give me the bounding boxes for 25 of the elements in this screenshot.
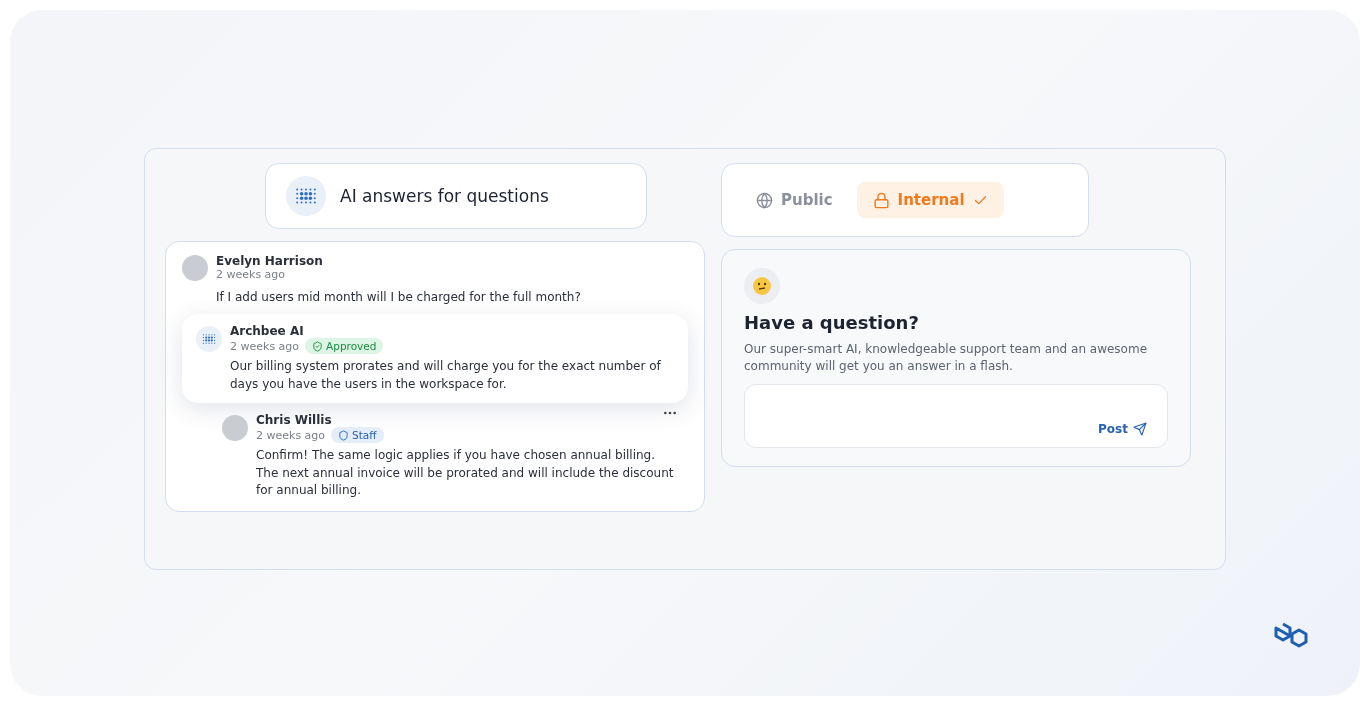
reply-text: Our billing system prorates and will charge you for the exact number of days you have the users in the workspace for. — [229, 358, 662, 393]
question-text: If I add users mid month will I be charged for the full month? — [215, 289, 582, 306]
staff-badge: Staff — [331, 427, 384, 444]
thinking-face-icon — [744, 268, 780, 304]
reply-text: Confirm! The same logic applies if you have chosen annual billing. The next annual invoice will be prorated and will include the discount for annual billing. — [255, 447, 674, 499]
visibility-option[interactable]: Public — [740, 182, 849, 218]
question-description: Our super-smart AI, knowledgeable support team and an awesome community will get you an answer in a flash. — [744, 341, 1149, 376]
send-icon — [1133, 421, 1147, 436]
approved-badge: Approved — [305, 338, 384, 355]
lock-icon — [872, 191, 890, 209]
post-time: 2 weeks ago — [256, 428, 326, 442]
author-name: Chris Willis — [256, 413, 333, 428]
card-title: AI answers for questions — [340, 186, 549, 206]
globe-icon — [756, 191, 773, 209]
question-title: Have a question? — [744, 312, 920, 333]
dot-grid-icon — [202, 332, 216, 347]
author-name: Archbee AI — [230, 324, 305, 339]
dot-grid-icon — [295, 185, 317, 207]
post-button[interactable]: Post — [1092, 420, 1153, 437]
author-name: Evelyn Harrison — [216, 254, 323, 268]
user-avatar — [182, 254, 208, 281]
question-field[interactable]: Post — [744, 383, 1168, 448]
post-time: 2 weeks ago — [216, 268, 287, 281]
post-time: 2 weeks ago — [230, 339, 300, 353]
user-avatar — [222, 415, 248, 442]
